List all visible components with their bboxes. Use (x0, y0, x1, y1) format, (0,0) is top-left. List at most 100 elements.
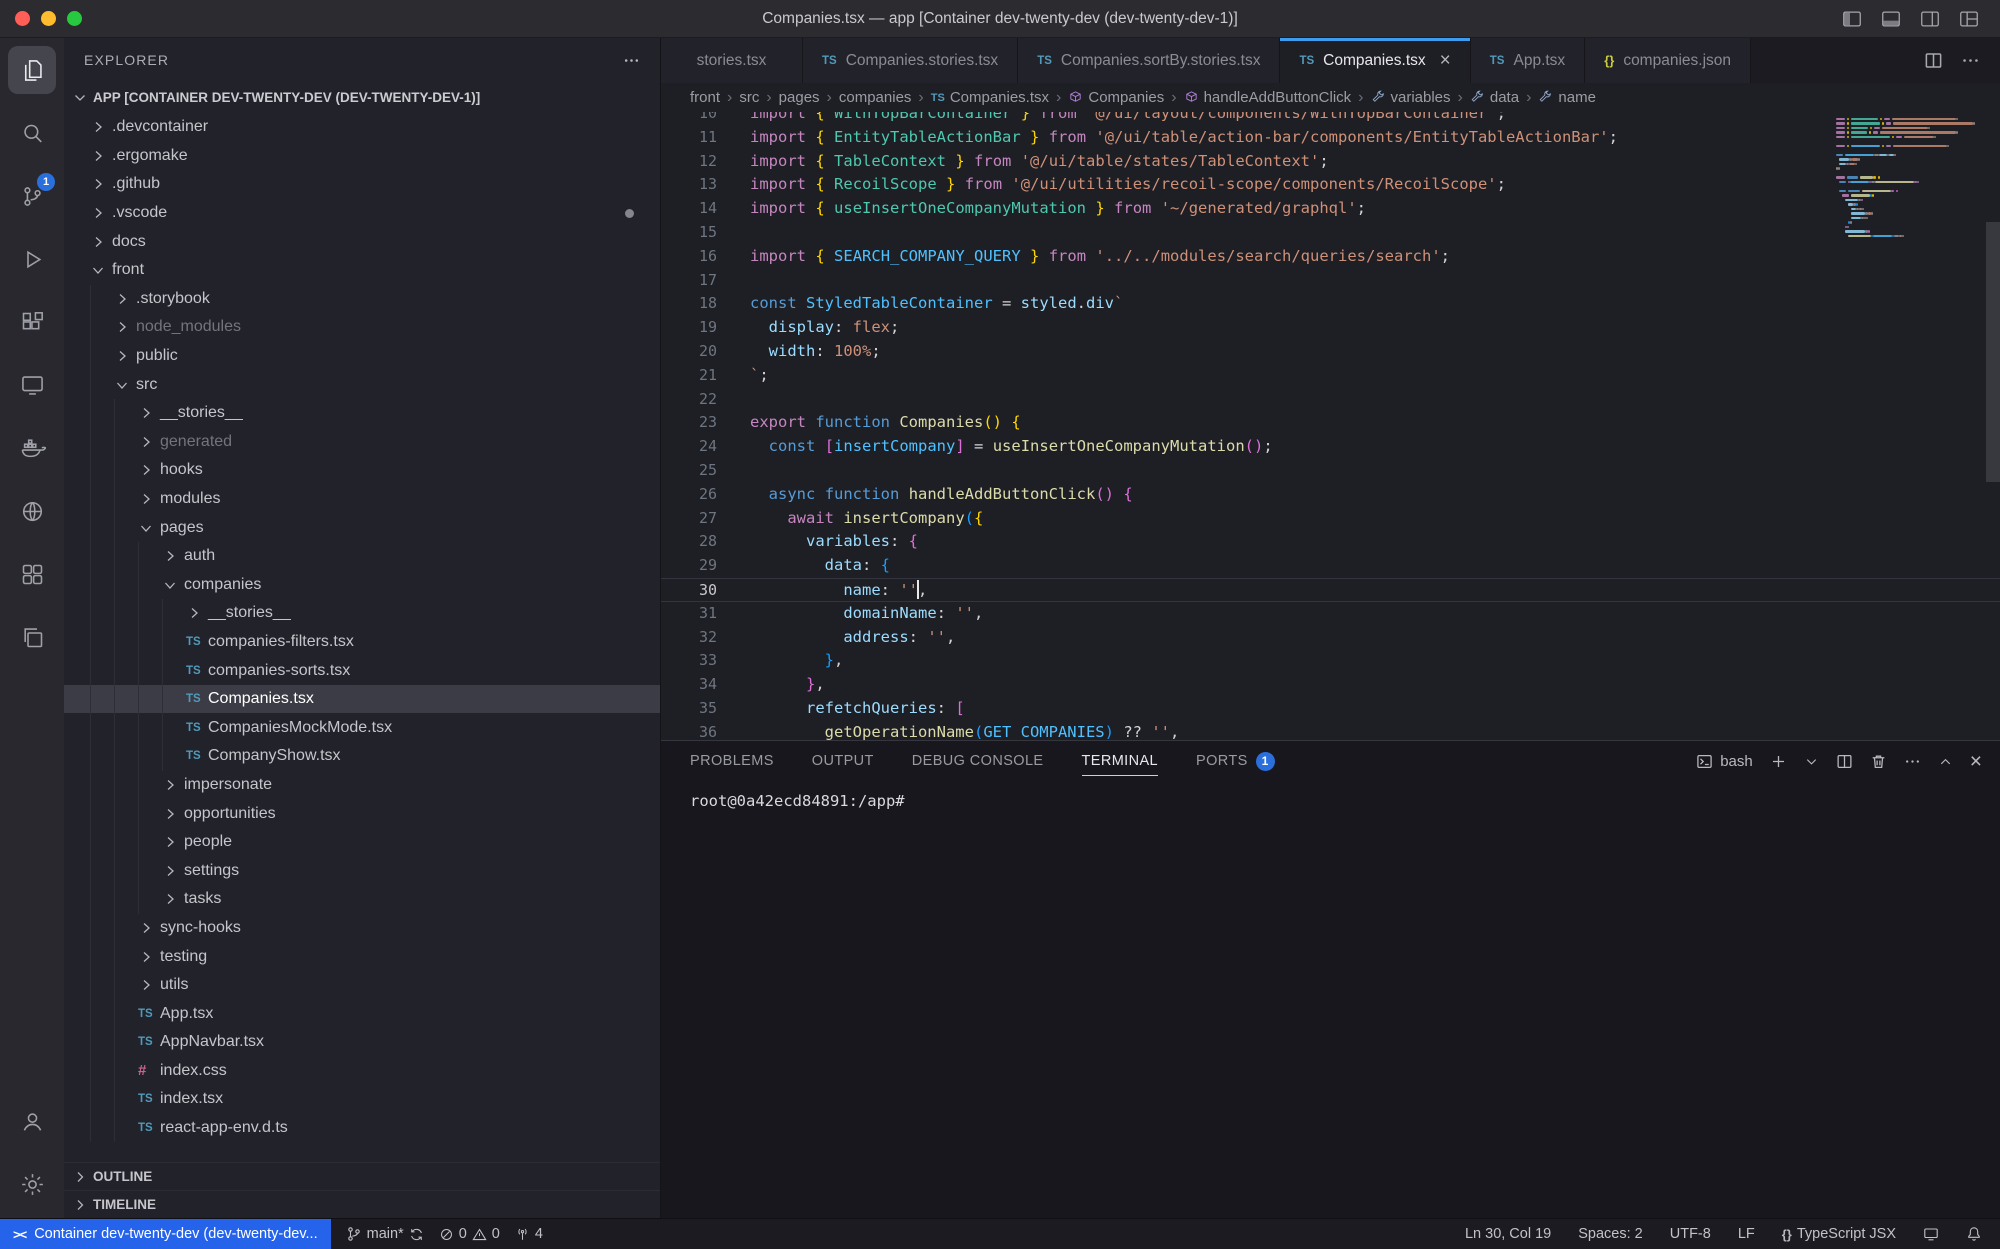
code-line-25[interactable]: 25 (661, 459, 2000, 483)
tree-item-index.css[interactable]: #index.css (64, 1057, 660, 1086)
tree-item-public[interactable]: public (64, 342, 660, 371)
chevron-down-icon[interactable] (1804, 754, 1819, 769)
kill-terminal-trash-icon[interactable] (1870, 753, 1887, 770)
code-line-15[interactable]: 15 (661, 221, 2000, 245)
code-editor[interactable]: 10import { WithTopBarContainer } from '@… (661, 112, 2000, 740)
eol-status[interactable]: LF (1738, 1226, 1755, 1242)
tree-item-generated[interactable]: generated (64, 428, 660, 457)
zoom-window-button[interactable] (67, 11, 82, 26)
tree-item-__stories__[interactable]: __stories__ (64, 399, 660, 428)
tab-stories.tsx[interactable]: stories.tsx (661, 38, 803, 83)
code-line-32[interactable]: 32 address: '', (661, 626, 2000, 650)
ports-status[interactable]: 4 (515, 1226, 543, 1242)
remote-explorer-icon[interactable] (8, 361, 56, 409)
code-line-33[interactable]: 33 }, (661, 649, 2000, 673)
docker-icon[interactable] (8, 424, 56, 472)
code-line-18[interactable]: 18const StyledTableContainer = styled.di… (661, 292, 2000, 316)
indentation-status[interactable]: Spaces: 2 (1578, 1226, 1643, 1242)
tree-item-companies[interactable]: companies (64, 571, 660, 600)
tree-item-sync-hooks[interactable]: sync-hooks (64, 914, 660, 943)
tree-item-App.tsx[interactable]: TSApp.tsx (64, 999, 660, 1028)
toggle-primary-sidebar-icon[interactable] (1841, 8, 1863, 30)
grid-icon[interactable] (8, 550, 56, 598)
breadcrumb-pages[interactable]: pages (779, 89, 820, 106)
cursor-position-status[interactable]: Ln 30, Col 19 (1465, 1226, 1551, 1242)
tree-item-impersonate[interactable]: impersonate (64, 771, 660, 800)
encoding-status[interactable]: UTF-8 (1670, 1226, 1711, 1242)
minimize-window-button[interactable] (41, 11, 56, 26)
tree-item-docs[interactable]: docs (64, 227, 660, 256)
code-line-10[interactable]: 10import { WithTopBarContainer } from '@… (661, 112, 2000, 126)
terminal-output[interactable]: root@0a42ecd84891:/app# (661, 781, 2000, 810)
code-line-30[interactable]: 30 name: '', (661, 578, 2000, 602)
code-line-12[interactable]: 12import { TableContext } from '@/ui/tab… (661, 150, 2000, 174)
tree-item-testing[interactable]: testing (64, 942, 660, 971)
breadcrumb-Companies.tsx[interactable]: TSCompanies.tsx (931, 89, 1049, 106)
outline-section[interactable]: OUTLINE (64, 1162, 660, 1190)
tree-item-pages[interactable]: pages (64, 513, 660, 542)
code-line-19[interactable]: 19 display: flex; (661, 316, 2000, 340)
customize-layout-icon[interactable] (1958, 8, 1980, 30)
more-actions-icon[interactable] (623, 52, 640, 69)
tree-item-tasks[interactable]: tasks (64, 885, 660, 914)
panel-tab-DEBUG CONSOLE[interactable]: DEBUG CONSOLE (912, 741, 1044, 781)
tree-item-__stories__[interactable]: __stories__ (64, 599, 660, 628)
layers-icon[interactable] (8, 613, 56, 661)
close-window-button[interactable] (15, 11, 30, 26)
code-line-35[interactable]: 35 refetchQueries: [ (661, 697, 2000, 721)
tree-item-node_modules[interactable]: node_modules (64, 313, 660, 342)
run-debug-icon[interactable] (8, 235, 56, 283)
code-line-22[interactable]: 22 (661, 388, 2000, 412)
tree-item-CompaniesMockMode.tsx[interactable]: TSCompaniesMockMode.tsx (64, 713, 660, 742)
breadcrumb-front[interactable]: front (690, 89, 720, 106)
tree-item-index.tsx[interactable]: TSindex.tsx (64, 1085, 660, 1114)
search-icon[interactable] (8, 109, 56, 157)
breadcrumb-Companies[interactable]: Companies (1068, 89, 1164, 106)
tree-item-.ergomake[interactable]: .ergomake (64, 142, 660, 171)
notifications-status[interactable] (1966, 1226, 1982, 1242)
breadcrumb-src[interactable]: src (739, 89, 759, 106)
tree-item-.storybook[interactable]: .storybook (64, 285, 660, 314)
source-control-icon[interactable]: 1 (8, 172, 56, 220)
tree-item-.vscode[interactable]: .vscode (64, 199, 660, 228)
tree-item-Companies.tsx[interactable]: TSCompanies.tsx (64, 685, 660, 714)
split-terminal-icon[interactable] (1836, 753, 1853, 770)
code-line-14[interactable]: 14import { useInsertOneCompanyMutation }… (661, 197, 2000, 221)
close-panel-icon[interactable]: × (1970, 751, 1982, 772)
tree-item-CompanyShow.tsx[interactable]: TSCompanyShow.tsx (64, 742, 660, 771)
tree-item-AppNavbar.tsx[interactable]: TSAppNavbar.tsx (64, 1028, 660, 1057)
tree-item-auth[interactable]: auth (64, 542, 660, 571)
code-line-24[interactable]: 24 const [insertCompany] = useInsertOneC… (661, 435, 2000, 459)
minimap[interactable] (1836, 118, 1986, 239)
code-line-23[interactable]: 23export function Companies() { (661, 411, 2000, 435)
tree-item-companies-filters.tsx[interactable]: TScompanies-filters.tsx (64, 628, 660, 657)
tree-item-front[interactable]: front (64, 256, 660, 285)
tree-item-utils[interactable]: utils (64, 971, 660, 1000)
tree-item-people[interactable]: people (64, 828, 660, 857)
split-editor-icon[interactable] (1924, 51, 1943, 70)
tree-item-hooks[interactable]: hooks (64, 456, 660, 485)
extensions-icon[interactable] (8, 298, 56, 346)
close-icon[interactable]: × (1440, 51, 1451, 70)
web-globe-icon[interactable] (8, 487, 56, 535)
more-actions-icon[interactable] (1904, 753, 1921, 770)
code-line-21[interactable]: 21`; (661, 364, 2000, 388)
breadcrumb-name[interactable]: name (1538, 89, 1596, 106)
panel-tab-OUTPUT[interactable]: OUTPUT (812, 741, 874, 781)
accounts-icon[interactable] (8, 1097, 56, 1145)
problems-status[interactable]: 0 0 (439, 1226, 500, 1242)
panel-tab-TERMINAL[interactable]: TERMINAL (1082, 741, 1159, 781)
tab-Companies.sortBy.stories.tsx[interactable]: TSCompanies.sortBy.stories.tsx (1018, 38, 1280, 83)
toggle-panel-icon[interactable] (1880, 8, 1902, 30)
code-line-13[interactable]: 13import { RecoilScope } from '@/ui/util… (661, 173, 2000, 197)
tree-item-settings[interactable]: settings (64, 856, 660, 885)
code-line-36[interactable]: 36 getOperationName(GET_COMPANIES) ?? ''… (661, 721, 2000, 740)
screen-status[interactable] (1923, 1226, 1939, 1242)
scrollbar-thumb[interactable] (1986, 222, 2000, 482)
code-line-20[interactable]: 20 width: 100%; (661, 340, 2000, 364)
tree-item-modules[interactable]: modules (64, 485, 660, 514)
breadcrumb-variables[interactable]: variables (1371, 89, 1451, 106)
code-line-27[interactable]: 27 await insertCompany({ (661, 507, 2000, 531)
tree-item-.devcontainer[interactable]: .devcontainer (64, 113, 660, 142)
remote-indicator[interactable]: >< Container dev-twenty-dev (dev-twenty-… (0, 1219, 331, 1249)
